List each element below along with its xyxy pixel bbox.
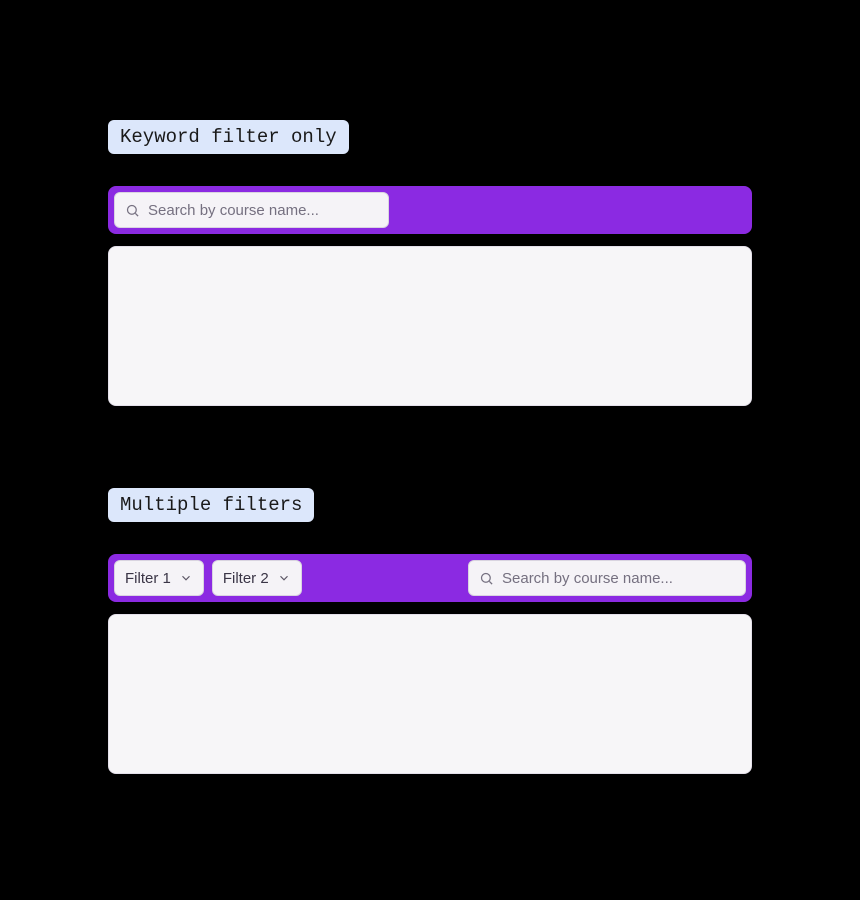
filter-label: Filter 2 [223,570,269,587]
search-input[interactable] [148,202,378,219]
chevron-down-icon [179,571,193,585]
filter-dropdown-2[interactable]: Filter 2 [212,560,302,596]
filter-toolbar [108,186,752,234]
search-icon [125,203,140,218]
example-multiple-filters: Multiple filters Filter 1 Filter 2 [108,488,752,774]
example-tag: Multiple filters [108,488,314,522]
search-field[interactable] [468,560,746,596]
filter-label: Filter 1 [125,570,171,587]
results-panel [108,246,752,406]
chevron-down-icon [277,571,291,585]
results-panel [108,614,752,774]
search-icon [479,571,494,586]
filter-dropdown-1[interactable]: Filter 1 [114,560,204,596]
filter-toolbar: Filter 1 Filter 2 [108,554,752,602]
search-field[interactable] [114,192,389,228]
example-tag: Keyword filter only [108,120,349,154]
search-input[interactable] [502,570,735,587]
example-keyword-only: Keyword filter only [108,120,752,406]
